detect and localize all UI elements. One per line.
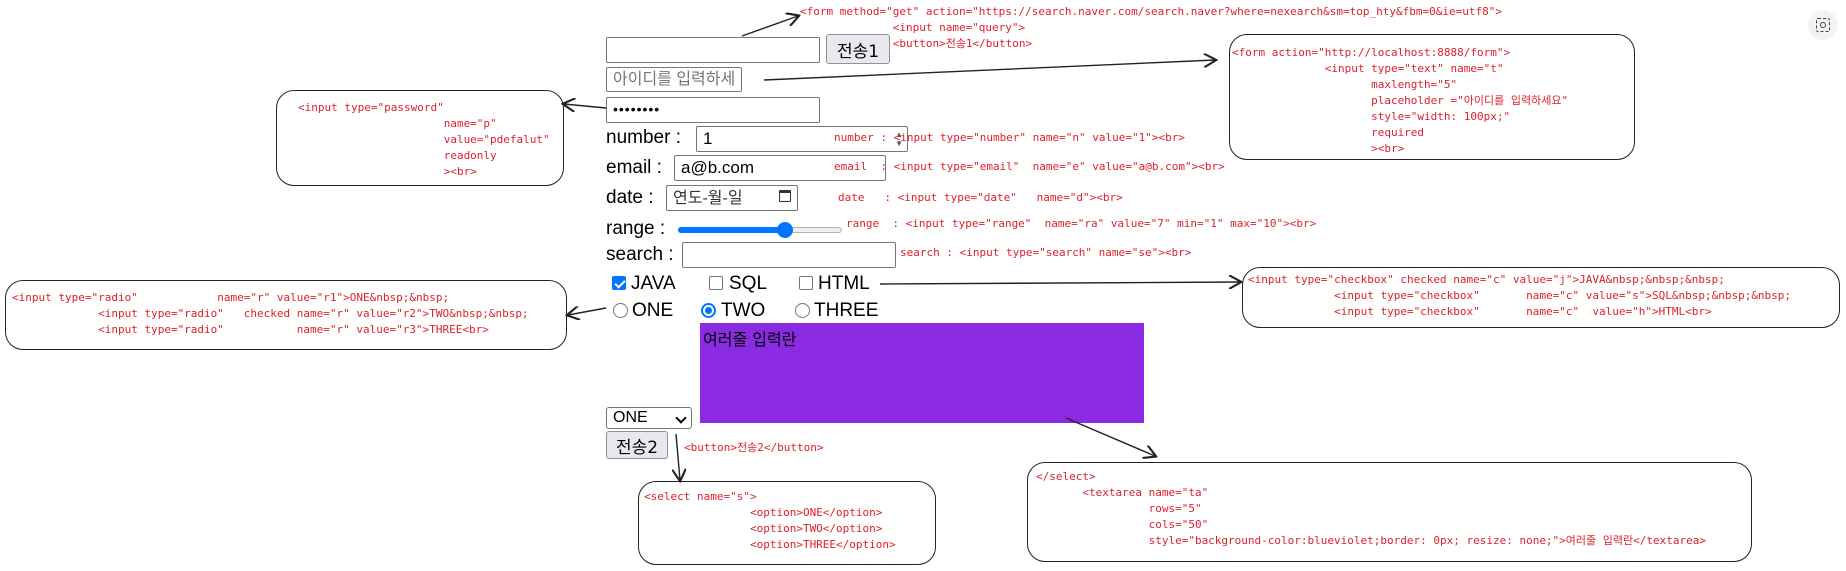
password-annotation: <input type="password" name="p" value="p… [298,101,550,178]
number-value: 1 [703,129,713,148]
radio-one[interactable] [613,303,628,318]
query-input[interactable] [606,37,820,63]
submit2-annotation: <button>전송2</button> [684,441,824,454]
calendar-icon[interactable] [779,190,791,202]
arrow-checkbox [879,282,1240,284]
checkbox-java[interactable] [612,276,626,290]
search-label: search : [606,244,674,265]
radio-three-label: THREE [814,300,879,321]
options-select[interactable]: ONE [606,407,692,429]
arrow-radio [568,308,607,315]
screen-capture-icon[interactable] [1808,10,1838,40]
arrow-select [676,433,680,480]
radio-three[interactable] [795,303,810,318]
radio-annotation: <input type="radio" name="r" value="r1">… [12,291,529,336]
password-masked-value: •••••••• [613,101,661,117]
chevron-down-icon [675,412,687,424]
arrow-form1 [741,16,798,37]
arrow-textarea [1065,417,1155,456]
search-input[interactable] [682,242,896,268]
multiline-textarea[interactable]: 여러줄 입력란 [700,323,1144,423]
checkbox-html[interactable] [799,276,813,290]
select-annotation: <select name="s"> <option>ONE</option> <… [644,490,896,551]
number-annotation: number : <input type="number" name="n" v… [834,131,1185,144]
range-label: range : [606,218,666,239]
textarea-annotation: </select> <textarea name="ta" rows="5" c… [1036,470,1706,547]
radio-one-label: ONE [632,300,674,321]
arrow-password [564,104,607,108]
radio-two-label: TWO [721,300,766,321]
checkbox-sql-label: SQL [729,273,768,294]
date-input[interactable]: 연도-월-일 [666,185,798,211]
textarea-value: 여러줄 입력란 [703,330,797,349]
range-thumb[interactable] [776,222,793,238]
checkbox-sql[interactable] [709,276,723,290]
text-input-annotation: <form action="http://localhost:8888/form… [1232,46,1569,155]
email-annotation: email : <input type="email" name="e" val… [834,160,1225,173]
range-annotation: range : <input type="range" name="ra" va… [846,217,1317,230]
search-annotation: search : <input type="search" name="se">… [900,246,1192,259]
password-input[interactable]: •••••••• pdefalut [606,97,820,123]
date-placeholder: 연도-월-일 [673,190,743,207]
checkbox-html-label: HTML [818,273,870,294]
checkbox-annotation: <input type="checkbox" checked name="c" … [1248,273,1792,318]
radio-two[interactable] [701,303,716,318]
submit2-button[interactable]: 전송2 [606,431,668,459]
email-label: email : [606,157,662,178]
date-annotation: date : <input type="date" name="d"><br> [838,191,1123,204]
select-selected-value: ONE [613,409,648,426]
checkbox-java-label: JAVA [631,273,676,294]
id-text-input[interactable] [606,67,742,92]
number-label: number : [606,127,681,148]
date-label: date : [606,187,654,208]
range-slider[interactable] [678,222,842,238]
